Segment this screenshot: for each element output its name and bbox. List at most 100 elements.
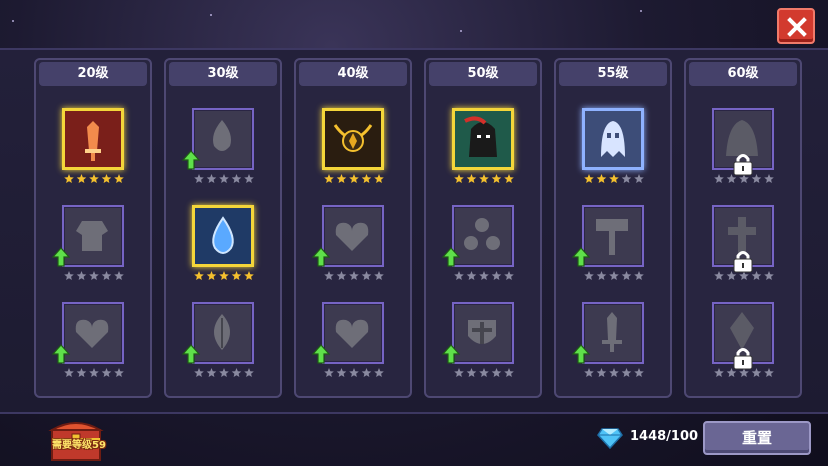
star-empty-icon bbox=[584, 271, 594, 280]
talent-slot[interactable] bbox=[296, 108, 414, 198]
star-filled-icon bbox=[206, 271, 217, 280]
star-rating bbox=[583, 368, 645, 378]
talent-frame[interactable] bbox=[452, 302, 514, 364]
star-empty-icon bbox=[454, 271, 464, 280]
talent-slot[interactable] bbox=[426, 205, 544, 295]
star-filled-icon bbox=[76, 174, 87, 183]
star-filled-icon bbox=[454, 174, 464, 183]
talent-slot[interactable] bbox=[296, 302, 414, 392]
flame-icon bbox=[213, 120, 231, 151]
leaf-icon bbox=[214, 314, 230, 350]
star-rating bbox=[63, 271, 125, 281]
talent-slot[interactable] bbox=[296, 205, 414, 295]
star-empty-icon bbox=[206, 368, 217, 377]
close-icon bbox=[787, 17, 807, 37]
star-rating bbox=[323, 271, 385, 281]
star-empty-icon bbox=[64, 271, 74, 280]
reset-button[interactable]: 重置 bbox=[703, 421, 811, 455]
talent-frame[interactable] bbox=[582, 302, 644, 364]
star-filled-icon bbox=[584, 174, 594, 183]
star-empty-icon bbox=[194, 174, 204, 183]
star-empty-icon bbox=[244, 174, 254, 183]
star-empty-icon bbox=[479, 368, 489, 377]
star-empty-icon bbox=[349, 271, 359, 280]
star-empty-icon bbox=[206, 174, 217, 183]
talent-frame[interactable] bbox=[62, 108, 124, 170]
star-filled-icon bbox=[349, 174, 359, 183]
talent-slot[interactable] bbox=[556, 108, 674, 198]
ghost-icon bbox=[585, 111, 641, 167]
golden-relic-icon bbox=[325, 111, 381, 167]
star-empty-icon bbox=[634, 271, 644, 280]
star-empty-icon bbox=[454, 368, 464, 377]
star-filled-icon bbox=[101, 174, 112, 183]
talent-frame[interactable] bbox=[322, 108, 384, 170]
sword-icon bbox=[65, 111, 121, 167]
talent-frame[interactable] bbox=[62, 205, 124, 267]
talent-slot[interactable] bbox=[426, 302, 544, 392]
star-empty-icon bbox=[466, 368, 477, 377]
level-header: 50级 bbox=[429, 62, 537, 86]
talent-frame[interactable] bbox=[322, 205, 384, 267]
talent-slot[interactable] bbox=[36, 302, 154, 392]
star-empty-icon bbox=[76, 368, 87, 377]
star-rating bbox=[193, 174, 255, 184]
talent-slot[interactable] bbox=[556, 302, 674, 392]
talent-slot[interactable] bbox=[166, 205, 284, 295]
talent-frame[interactable] bbox=[62, 302, 124, 364]
star-empty-icon bbox=[609, 271, 619, 280]
close-button[interactable] bbox=[777, 8, 815, 44]
lock-icon bbox=[733, 154, 753, 176]
dagger-icon bbox=[602, 312, 622, 352]
heart-icon bbox=[75, 319, 109, 348]
lock-icon bbox=[733, 348, 753, 370]
star-empty-icon bbox=[89, 368, 99, 377]
star-filled-icon bbox=[609, 174, 619, 183]
star-empty-icon bbox=[504, 271, 514, 280]
star-empty-icon bbox=[621, 368, 632, 377]
star-empty-icon bbox=[764, 368, 774, 377]
talent-slot[interactable] bbox=[166, 302, 284, 392]
talent-slot[interactable] bbox=[686, 205, 804, 295]
star-empty-icon bbox=[714, 174, 724, 183]
talent-frame[interactable] bbox=[582, 205, 644, 267]
star-empty-icon bbox=[491, 271, 502, 280]
star-filled-icon bbox=[114, 174, 124, 183]
talent-slot[interactable] bbox=[556, 205, 674, 295]
star-empty-icon bbox=[324, 368, 334, 377]
star-empty-icon bbox=[361, 271, 372, 280]
talent-slot[interactable] bbox=[166, 108, 284, 198]
talent-frame[interactable] bbox=[452, 108, 514, 170]
star-filled-icon bbox=[194, 271, 204, 280]
talent-slot[interactable] bbox=[686, 108, 804, 198]
talent-frame[interactable] bbox=[192, 108, 254, 170]
star-rating bbox=[63, 368, 125, 378]
star-empty-icon bbox=[76, 271, 87, 280]
triple-orb-icon bbox=[464, 218, 500, 250]
star-empty-icon bbox=[596, 368, 607, 377]
talent-frame[interactable] bbox=[322, 302, 384, 364]
talent-slot[interactable] bbox=[36, 108, 154, 198]
level-header: 55级 bbox=[559, 62, 667, 86]
star-filled-icon bbox=[324, 174, 334, 183]
star-rating bbox=[193, 271, 255, 281]
level-header: 40级 bbox=[299, 62, 407, 86]
talent-slot[interactable] bbox=[686, 302, 804, 392]
shield-cross-icon bbox=[468, 320, 496, 344]
upgrade-arrow-icon bbox=[442, 247, 460, 267]
star-filled-icon bbox=[504, 174, 514, 183]
star-empty-icon bbox=[504, 368, 514, 377]
talent-slot[interactable] bbox=[426, 108, 544, 198]
star-empty-icon bbox=[466, 271, 477, 280]
talent-frame[interactable] bbox=[192, 205, 254, 267]
talent-slot[interactable] bbox=[36, 205, 154, 295]
talent-frame[interactable] bbox=[582, 108, 644, 170]
level-header: 30级 bbox=[169, 62, 277, 86]
star-empty-icon bbox=[714, 271, 724, 280]
star-rating bbox=[583, 271, 645, 281]
talent-column: 55级 bbox=[554, 58, 672, 398]
talent-frame[interactable] bbox=[192, 302, 254, 364]
talent-frame[interactable] bbox=[452, 205, 514, 267]
upgrade-arrow-icon bbox=[572, 247, 590, 267]
star-filled-icon bbox=[64, 174, 74, 183]
